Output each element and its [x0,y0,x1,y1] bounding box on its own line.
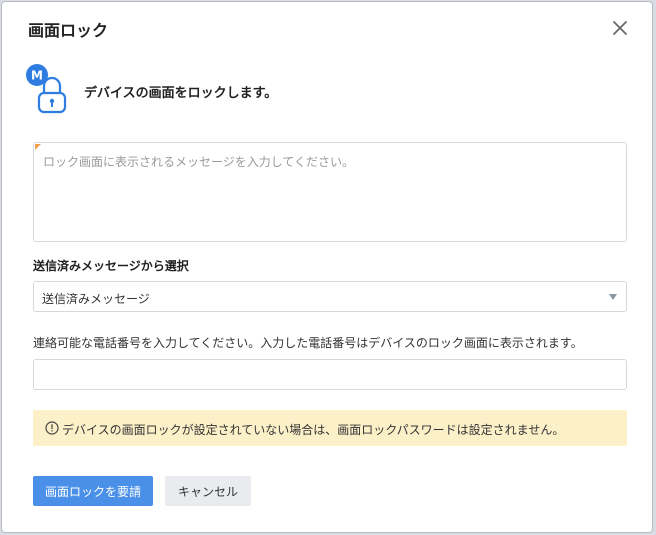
sent-message-select[interactable]: 送信済みメッセージ [33,281,627,312]
sent-message-select-value: 送信済みメッセージ [42,292,150,306]
chevron-down-icon [609,294,617,300]
dialog-heading: デバイスの画面をロックします。 [84,86,278,101]
sent-message-label: 送信済みメッセージから選択 [33,259,189,273]
notice-banner: デバイスの画面ロックが設定されていない場合は、画面ロックパスワードは設定されませ… [33,410,627,446]
request-lock-button[interactable]: 画面ロックを要請 [33,476,153,506]
notice-text: デバイスの画面ロックが設定されていない場合は、画面ロックパスワードは設定されませ… [62,423,565,437]
required-corner-mark [35,144,41,150]
phone-number-input[interactable] [33,359,627,390]
phone-label: 連絡可能な電話番号を入力してください。入力した電話番号はデバイスのロック画面に表… [33,336,583,350]
cancel-button[interactable]: キャンセル [165,476,251,506]
lock-icon: M [26,64,67,114]
close-icon [613,21,627,35]
info-icon [45,421,59,435]
lock-message-input[interactable] [33,142,627,242]
screen-lock-dialog: 画面ロック M デバイスの画面をロックします。 送信済みメッセージから選択 送信… [1,1,653,533]
dialog-title: 画面ロック [28,21,109,40]
close-button[interactable] [608,16,632,40]
badge-letter: M [31,69,43,83]
